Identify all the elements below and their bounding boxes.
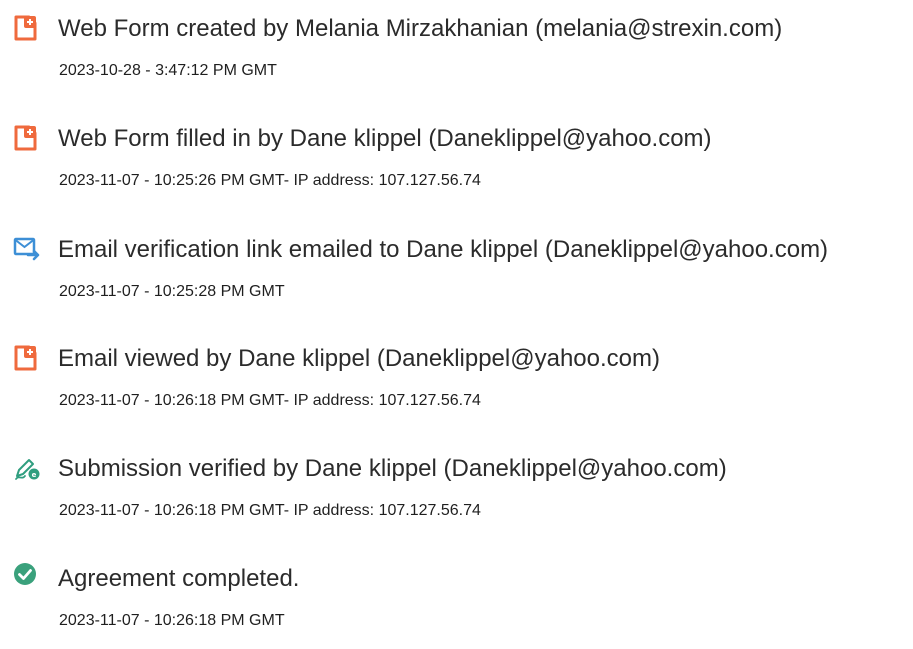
event-title: Agreement completed.: [58, 565, 300, 592]
event-timestamp: 2023-11-07 - 10:26:18 PM GMT- IP address…: [59, 502, 481, 519]
email-send-icon: [13, 236, 41, 262]
event-timestamp: 2023-11-07 - 10:25:26 PM GMT- IP address…: [59, 172, 481, 189]
event-title: Email viewed by Dane klippel (Daneklippe…: [58, 345, 660, 372]
svg-text:e: e: [32, 471, 37, 479]
document-add-icon: [13, 15, 41, 41]
event-timestamp: 2023-11-07 - 10:26:18 PM GMT: [59, 612, 285, 629]
signature-verified-icon: e: [13, 455, 41, 481]
document-add-icon: [13, 345, 41, 371]
event-title: Email verification link emailed to Dane …: [58, 236, 829, 263]
event-title: Web Form filled in by Dane klippel (Dane…: [58, 125, 712, 152]
event-title: Web Form created by Melania Mirzakhanian…: [58, 15, 783, 42]
event-timestamp: 2023-10-28 - 3:47:12 PM GMT: [59, 62, 277, 79]
event-title: Submission verified by Dane klippel (Dan…: [58, 455, 727, 482]
check-circle-icon: [13, 562, 41, 588]
event-timestamp: 2023-11-07 - 10:26:18 PM GMT- IP address…: [59, 392, 481, 409]
event-timestamp: 2023-11-07 - 10:25:28 PM GMT: [59, 283, 285, 300]
document-add-icon: [13, 125, 41, 151]
